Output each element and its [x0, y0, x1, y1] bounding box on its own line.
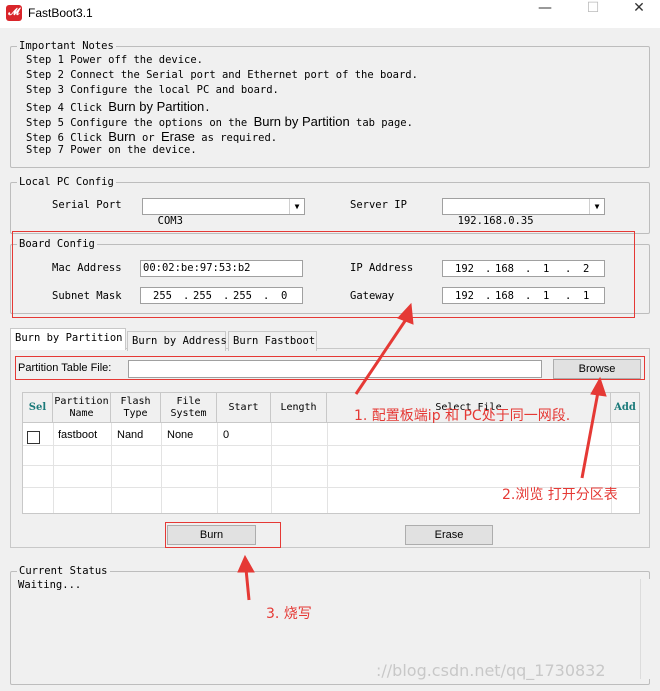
arrow-3-head: [237, 554, 255, 573]
arrow-2-head: [590, 376, 607, 397]
arrow-3-shaft: [244, 568, 251, 601]
arrow-1-head: [397, 302, 414, 325]
annotation-step-2: 2.浏览 打开分区表: [502, 487, 618, 503]
watermark: ://blog.csdn.net/qq_1730832: [376, 661, 606, 680]
annotation-arrows: [237, 302, 607, 601]
arrow-1-shaft: [354, 317, 409, 395]
arrow-2-shaft: [580, 391, 600, 479]
annotation-step-3: 3. 烧写: [266, 606, 312, 622]
annotation-step-1: 1. 配置板端ip 和 PC处于同一网段.: [354, 408, 571, 424]
